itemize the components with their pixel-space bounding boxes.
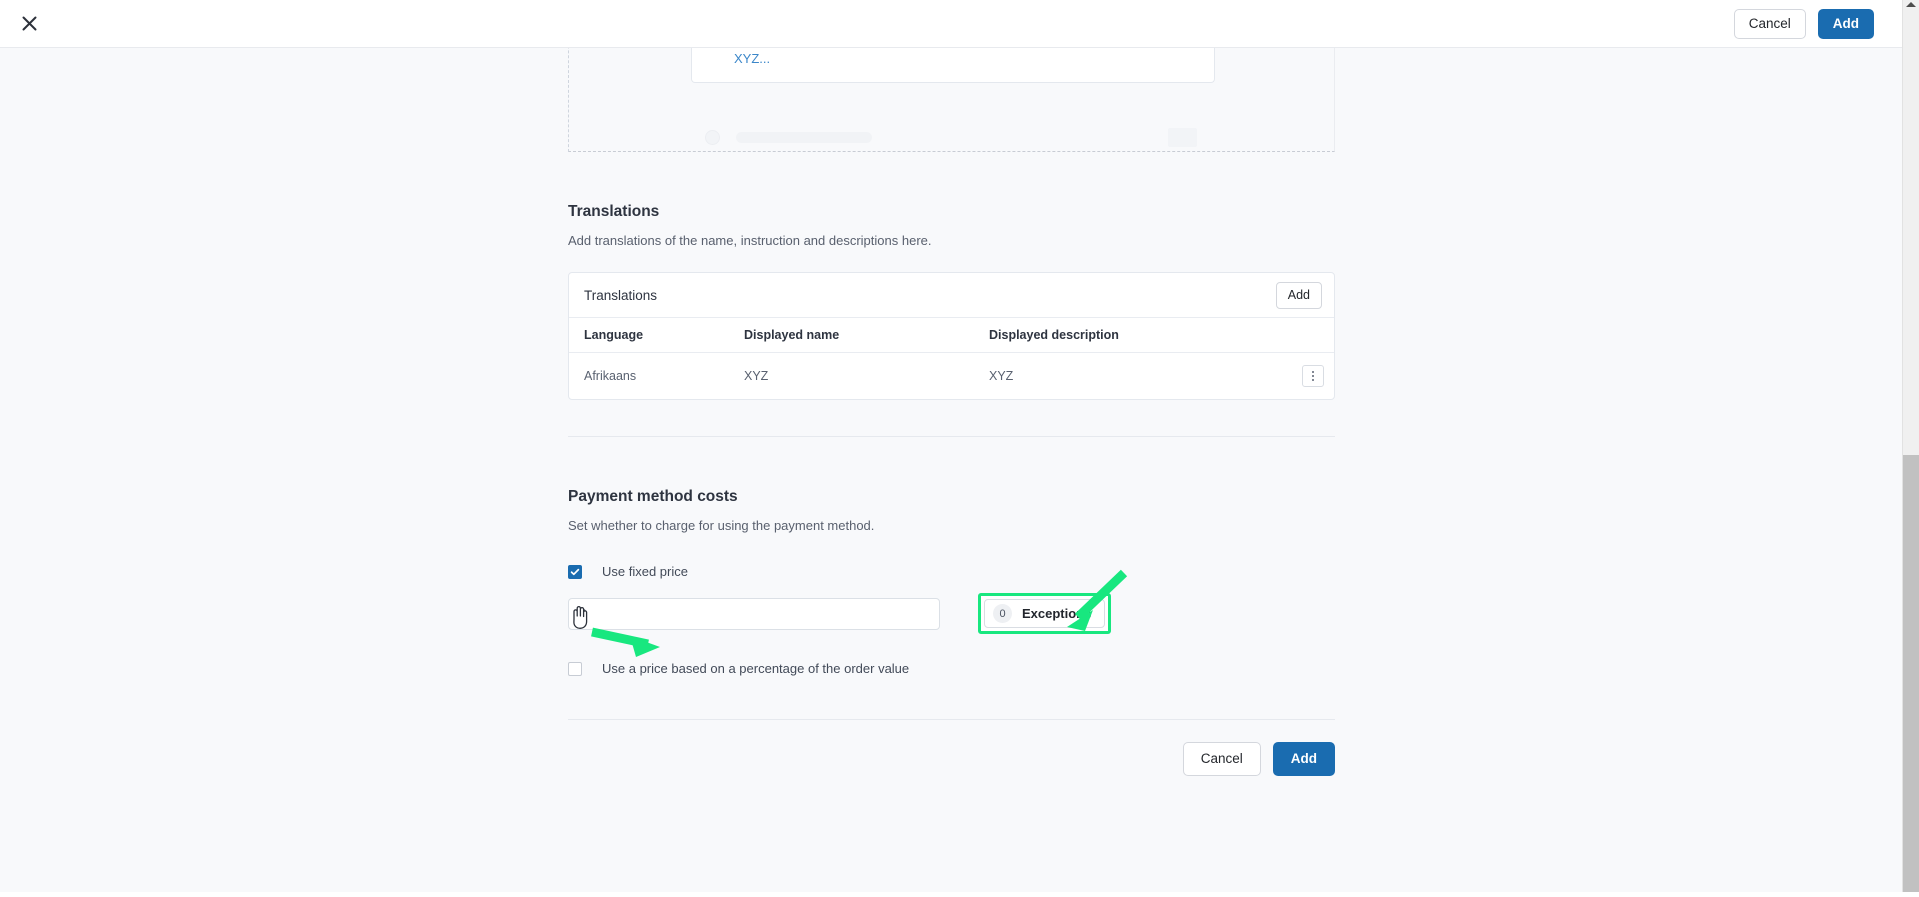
table-row[interactable]: Afrikaans XYZ XYZ bbox=[569, 353, 1334, 400]
exceptions-count-badge: 0 bbox=[993, 604, 1012, 623]
cell-actions bbox=[1288, 353, 1334, 400]
translations-table-head: Language Displayed name Displayed descri… bbox=[569, 318, 1334, 353]
modal-body-scroll-area[interactable]: XYZ... XYZ... Translations Add translati… bbox=[0, 48, 1902, 892]
kebab-dot bbox=[1312, 375, 1314, 377]
skeleton-avatar bbox=[705, 130, 720, 145]
cell-language: Afrikaans bbox=[569, 353, 744, 400]
translations-card: Translations Add Language Displayed name… bbox=[568, 272, 1335, 400]
use-percentage-price-checkbox[interactable] bbox=[568, 662, 582, 676]
top-bar-actions: Cancel Add bbox=[1734, 9, 1874, 39]
currency-symbol: € bbox=[579, 607, 586, 621]
scrollbar-thumb[interactable] bbox=[1903, 455, 1919, 892]
translations-card-title: Translations bbox=[584, 288, 657, 303]
skeleton-text-bar bbox=[736, 132, 872, 143]
top-add-button[interactable]: Add bbox=[1818, 9, 1874, 39]
fixed-price-input[interactable]: € bbox=[568, 598, 940, 630]
payment-method-costs-section: Payment method costs Set whether to char… bbox=[568, 437, 1335, 776]
skeleton-action-box bbox=[1168, 128, 1197, 147]
payment-costs-description: Set whether to charge for using the paym… bbox=[568, 506, 1335, 533]
skeleton-placeholder-row bbox=[691, 124, 1215, 151]
exceptions-highlight-box: 0 Exceptions bbox=[978, 593, 1111, 634]
cell-displayed-name: XYZ bbox=[744, 353, 989, 400]
use-fixed-price-row: Use fixed price bbox=[568, 564, 1335, 579]
kebab-dot bbox=[1312, 379, 1314, 381]
translations-section: Translations Add translations of the nam… bbox=[568, 152, 1335, 437]
use-percentage-price-label[interactable]: Use a price based on a percentage of the… bbox=[602, 661, 909, 676]
kebab-menu-icon[interactable] bbox=[1302, 365, 1324, 387]
modal-top-bar: Cancel Add bbox=[0, 0, 1902, 48]
translations-description: Add translations of the name, instructio… bbox=[568, 221, 1335, 248]
translations-card-header: Translations Add bbox=[569, 273, 1334, 318]
column-header-displayed-name: Displayed name bbox=[744, 318, 989, 353]
exceptions-button[interactable]: 0 Exceptions bbox=[984, 599, 1105, 628]
footer-divider bbox=[568, 719, 1335, 720]
fixed-price-input-row: € 0 Exceptions bbox=[568, 593, 1335, 634]
scroll-up-arrow-icon[interactable] bbox=[1906, 2, 1916, 7]
previous-section-remnant: XYZ... XYZ... bbox=[568, 48, 1335, 152]
footer-cancel-button[interactable]: Cancel bbox=[1183, 742, 1261, 776]
use-fixed-price-checkbox[interactable] bbox=[568, 565, 582, 579]
top-cancel-button[interactable]: Cancel bbox=[1734, 9, 1806, 39]
preview-card: XYZ... XYZ... bbox=[691, 48, 1215, 83]
column-header-displayed-description: Displayed description bbox=[989, 318, 1288, 353]
vertical-scrollbar[interactable] bbox=[1902, 0, 1919, 892]
checkmark-icon bbox=[570, 567, 580, 577]
translations-table: Language Displayed name Displayed descri… bbox=[569, 318, 1334, 399]
kebab-dot bbox=[1312, 371, 1314, 373]
modal-content: XYZ... XYZ... Translations Add translati… bbox=[568, 48, 1335, 776]
cell-displayed-description: XYZ bbox=[989, 353, 1288, 400]
use-fixed-price-label[interactable]: Use fixed price bbox=[602, 564, 688, 579]
close-icon bbox=[21, 15, 38, 32]
column-header-actions bbox=[1288, 318, 1334, 353]
add-translation-button[interactable]: Add bbox=[1276, 282, 1322, 309]
exceptions-button-label: Exceptions bbox=[1022, 606, 1091, 621]
payment-costs-title: Payment method costs bbox=[568, 437, 1335, 506]
use-percentage-price-row: Use a price based on a percentage of the… bbox=[568, 661, 1335, 676]
table-header-row: Language Displayed name Displayed descri… bbox=[569, 318, 1334, 353]
close-modal-button[interactable] bbox=[12, 7, 46, 41]
column-header-language: Language bbox=[569, 318, 744, 353]
footer-actions: Cancel Add bbox=[568, 742, 1335, 776]
translations-title: Translations bbox=[568, 152, 1335, 221]
translations-table-body: Afrikaans XYZ XYZ bbox=[569, 353, 1334, 400]
preview-link[interactable]: XYZ... bbox=[692, 48, 1214, 66]
footer-add-button[interactable]: Add bbox=[1273, 742, 1335, 776]
